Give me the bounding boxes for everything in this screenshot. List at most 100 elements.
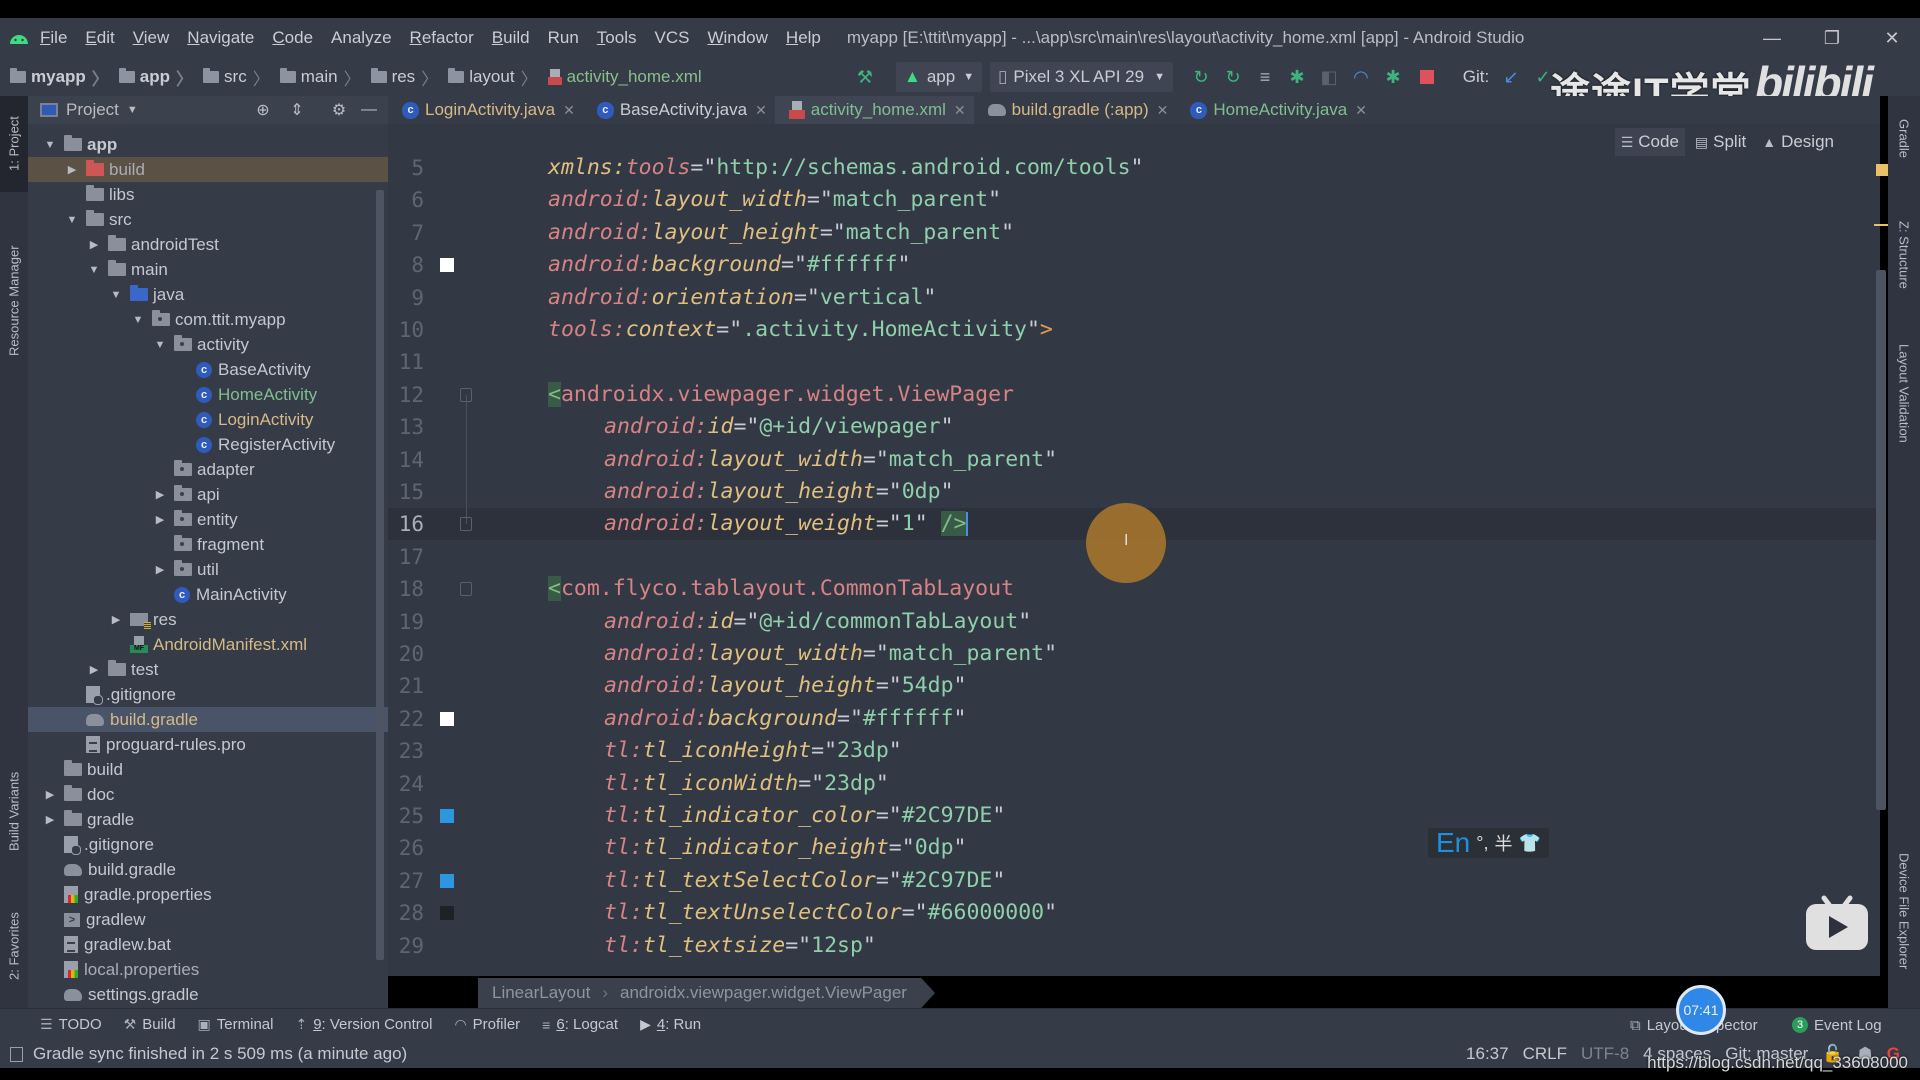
apply-code-changes-icon[interactable]: ↻ — [1220, 64, 1246, 90]
code-line[interactable]: tl:tl_iconHeight="23dp" — [604, 735, 902, 767]
close-tab-icon[interactable]: ✕ — [1157, 102, 1169, 119]
ime-punctuation[interactable]: °, — [1476, 833, 1488, 854]
tool-tab-project[interactable]: 1: Project — [0, 96, 28, 192]
chevron-down-icon[interactable]: ▼ — [127, 104, 138, 116]
tool-tab-device-file-explorer[interactable]: Device File Explorer — [1888, 836, 1920, 986]
close-tab-icon[interactable]: ✕ — [954, 102, 966, 119]
expanded-arrow-icon[interactable]: ▼ — [44, 139, 56, 151]
bottom-tool-list[interactable]: ☰ TODO — [40, 1016, 102, 1033]
make-project-hammer-icon[interactable]: ⚒ — [852, 64, 878, 90]
ime-language[interactable]: En — [1436, 827, 1470, 859]
bottom-tool-hammer[interactable]: ⚒ Build — [124, 1016, 176, 1033]
bottom-tool-run[interactable]: ▶ 4: Run — [640, 1016, 701, 1033]
bottom-tool-logcat[interactable]: ≡ 6: Logcat — [542, 1016, 618, 1033]
run-config-dropdown[interactable]: ▲ app ▼ — [896, 62, 983, 92]
breadcrumb-item[interactable]: src 〉 — [193, 65, 270, 90]
tree-item-registeractivity[interactable]: c RegisterActivity — [28, 432, 388, 457]
menu-file[interactable]: File — [40, 28, 67, 48]
breadcrumb-item[interactable]: res 〉 — [361, 65, 438, 90]
code-line[interactable]: android:layout_height="0dp" — [604, 476, 954, 508]
tree-item-local-properties[interactable]: local.properties — [28, 957, 388, 982]
tree-item-libs[interactable]: libs — [28, 182, 388, 207]
warning-marker[interactable] — [1876, 164, 1888, 176]
tool-tab-favorites[interactable]: 2: Favorites — [0, 896, 28, 996]
close-tab-icon[interactable]: ✕ — [563, 102, 575, 119]
collapsed-arrow-icon[interactable]: ▶ — [110, 613, 122, 626]
color-swatch-icon[interactable] — [440, 809, 454, 823]
stop-icon[interactable] — [1414, 64, 1440, 90]
color-swatch-icon[interactable] — [440, 906, 454, 921]
ime-width[interactable]: 半 — [1494, 830, 1512, 856]
color-swatch-icon[interactable] — [440, 873, 454, 888]
tree-item-settings-gradle[interactable]: settings.gradle — [28, 982, 388, 1007]
code-line[interactable]: <androidx.viewpager.widget.ViewPager — [548, 379, 1014, 411]
tree-item--gitignore[interactable]: .gitignore — [28, 682, 388, 707]
breadcrumb-item[interactable]: layout 〉 — [438, 65, 538, 90]
tree-item-loginactivity[interactable]: c LoginActivity — [28, 407, 388, 432]
tree-item--gitignore[interactable]: .gitignore — [28, 832, 388, 857]
expanded-arrow-icon[interactable]: ▼ — [132, 314, 144, 326]
bottom-tool-gauge[interactable]: ◠ Profiler — [454, 1016, 520, 1033]
color-swatch-icon[interactable] — [440, 711, 454, 726]
menu-vcs[interactable]: VCS — [654, 28, 689, 48]
editor-tab-build-gradle-app-[interactable]: build.gradle (:app) ✕ — [974, 96, 1177, 124]
git-update-icon[interactable]: ↙ — [1498, 64, 1524, 90]
tree-item-api[interactable]: ▶ api — [28, 482, 388, 507]
bottom-tool-terminal[interactable]: ▣ Terminal — [198, 1016, 274, 1033]
menu-help[interactable]: Help — [786, 28, 821, 48]
code-crumb-item[interactable]: androidx.viewpager.widget.ViewPager — [620, 983, 907, 1003]
tool-tab-layout-validation[interactable]: Layout Validation — [1888, 328, 1920, 458]
tree-item-app[interactable]: ▼ app — [28, 132, 388, 157]
tree-item-fragment[interactable]: fragment — [28, 532, 388, 557]
status-panel-toggle-icon[interactable] — [10, 1046, 23, 1062]
tree-item-adapter[interactable]: adapter — [28, 457, 388, 482]
collapsed-arrow-icon[interactable]: ▶ — [154, 513, 166, 526]
tree-item-build[interactable]: build — [28, 757, 388, 782]
collapsed-arrow-icon[interactable]: ▶ — [154, 563, 166, 576]
collapsed-arrow-icon[interactable]: ▶ — [66, 163, 78, 176]
tree-item-activity[interactable]: ▼ activity — [28, 332, 388, 357]
tree-item-build[interactable]: ▶ build — [28, 157, 388, 182]
editor-scrollbar[interactable] — [1876, 270, 1886, 810]
project-view-label[interactable]: Project — [66, 100, 119, 120]
line-separator[interactable]: CRLF — [1523, 1044, 1567, 1064]
tree-item-src[interactable]: ▼ src — [28, 207, 388, 232]
menu-navigate[interactable]: Navigate — [187, 28, 254, 48]
code-line[interactable]: android:layout_weight="1" /> — [604, 508, 969, 540]
code-line[interactable]: android:layout_width="match_parent" — [548, 184, 1001, 216]
breadcrumb-item[interactable]: activity_home.xml — [538, 67, 702, 87]
fold-open-icon[interactable] — [460, 387, 472, 402]
shirt-icon[interactable]: 👕 — [1518, 833, 1540, 854]
expanded-arrow-icon[interactable]: ▼ — [88, 264, 100, 276]
code-line[interactable]: tl:tl_textSelectColor="#2C97DE" — [604, 865, 1005, 897]
tree-item-gradlew[interactable]: > gradlew — [28, 907, 388, 932]
tree-item-java[interactable]: ▼ java — [28, 282, 388, 307]
close-tab-icon[interactable]: ✕ — [1355, 102, 1367, 119]
code-line[interactable]: tl:tl_textsize="12sp" — [604, 930, 876, 962]
tree-item-build-gradle[interactable]: build.gradle — [28, 857, 388, 882]
project-scrollbar[interactable] — [376, 190, 384, 960]
event-log-button[interactable]: 3 Event Log — [1792, 1009, 1882, 1041]
tool-tab-build-variants[interactable]: Build Variants — [0, 756, 28, 866]
code-line[interactable]: android:id="@+id/commonTabLayout" — [604, 606, 1031, 638]
restore-button[interactable]: ❐ — [1812, 18, 1852, 58]
editor-tab-loginactivity-java[interactable]: c LoginActivity.java ✕ — [388, 96, 583, 124]
tree-item-baseactivity[interactable]: c BaseActivity — [28, 357, 388, 382]
editor-tab-baseactivity-java[interactable]: c BaseActivity.java ✕ — [583, 96, 775, 124]
sync-list-icon[interactable]: ≡ — [1252, 64, 1278, 90]
tree-item-mainactivity[interactable]: c MainActivity — [28, 582, 388, 607]
tool-tab-resource-manager[interactable]: Resource Manager — [0, 226, 28, 376]
menu-code[interactable]: Code — [272, 28, 313, 48]
caret-position[interactable]: 16:37 — [1466, 1044, 1509, 1064]
close-button[interactable]: ✕ — [1872, 18, 1912, 58]
collapsed-arrow-icon[interactable]: ▶ — [44, 813, 56, 826]
tree-item-entity[interactable]: ▶ entity — [28, 507, 388, 532]
menu-edit[interactable]: Edit — [85, 28, 114, 48]
gear-icon[interactable]: ⚙ — [328, 100, 350, 120]
collapsed-arrow-icon[interactable]: ▶ — [154, 488, 166, 501]
fold-open-icon[interactable] — [460, 582, 472, 597]
fold-close-icon[interactable] — [460, 517, 472, 532]
expanded-arrow-icon[interactable]: ▼ — [66, 214, 78, 226]
collapsed-arrow-icon[interactable]: ▶ — [88, 663, 100, 676]
debug-bug-icon[interactable]: ✱ — [1284, 64, 1310, 90]
